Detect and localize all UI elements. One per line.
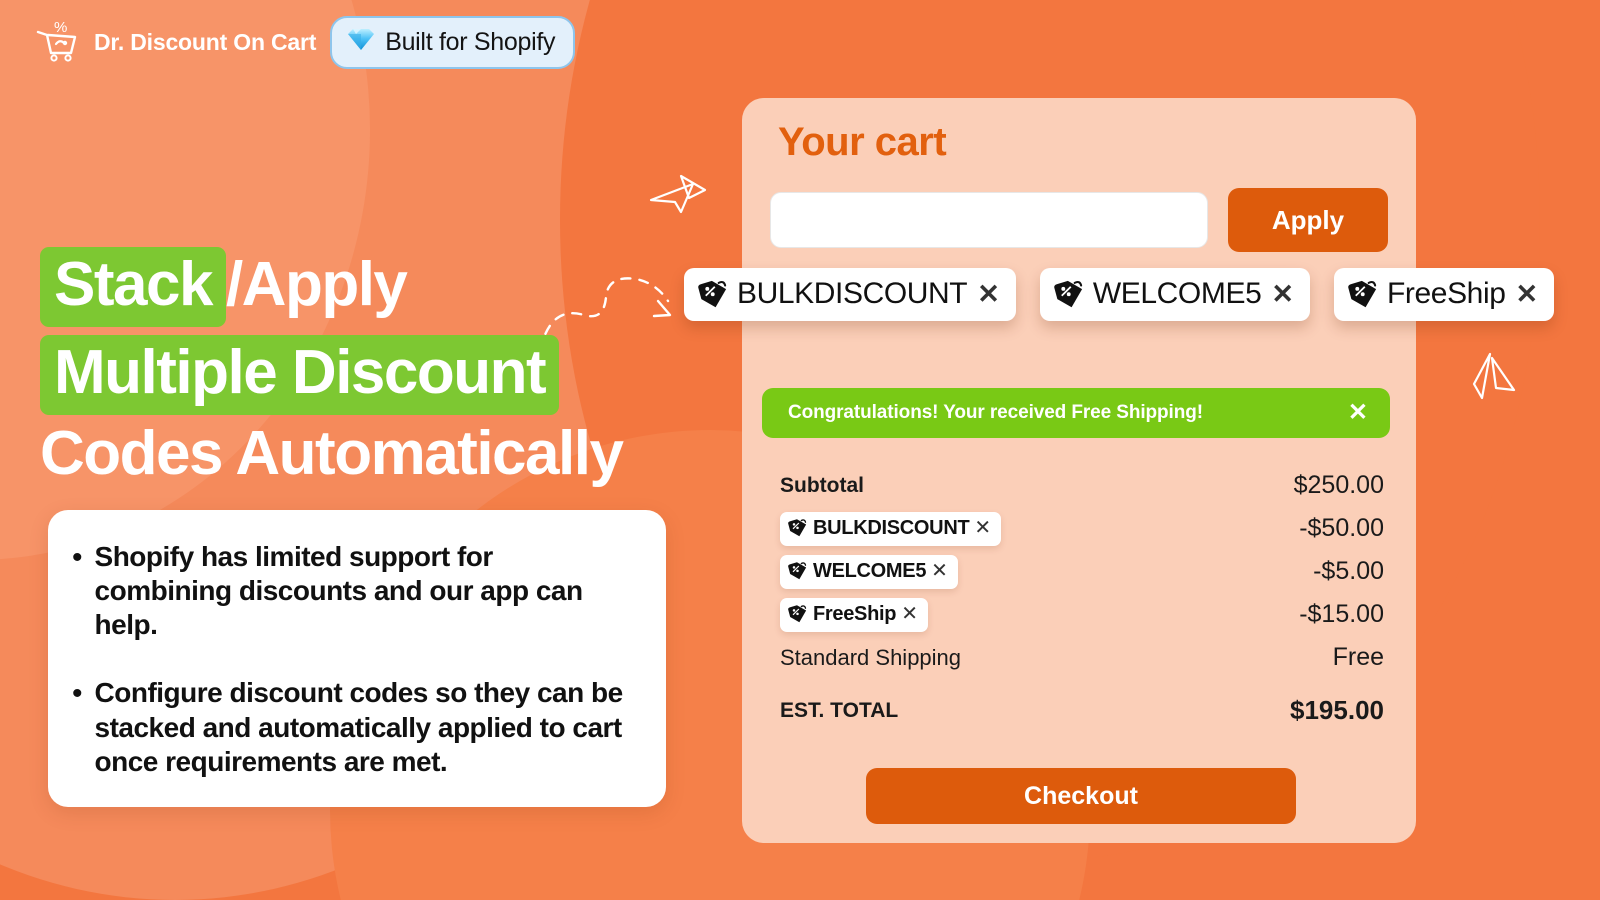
diamond-gem-icon (346, 26, 376, 58)
close-icon[interactable]: ✕ (1348, 401, 1368, 425)
summary-value-est-total: $195.00 (1290, 695, 1384, 725)
checkout-button[interactable]: Checkout (866, 768, 1296, 824)
summary-chip-label: WELCOME5 (813, 559, 927, 582)
headline-line-2: Multiple Discount (40, 335, 622, 415)
brand-name: Dr. Discount On Cart (94, 29, 317, 55)
summary-label-shipping: Standard Shipping (780, 644, 962, 670)
close-icon[interactable]: ✕ (901, 604, 918, 624)
headline-highlight-multiple-discount: Multiple Discount (40, 335, 560, 415)
cart-panel: Your cart Apply Congratulations! Your re… (742, 98, 1416, 843)
discount-chip-label: WELCOME5 (1092, 277, 1262, 310)
summary-value-welcome5: -$5.00 (1313, 557, 1384, 585)
brand-bar: % Dr. Discount On Cart Built for Shopify (34, 16, 576, 69)
table-row: Standard Shipping Free (762, 636, 1390, 679)
summary-chip-label: BULKDISCOUNT (813, 516, 970, 539)
shopping-cart-percent-icon: % (34, 18, 80, 67)
apply-button[interactable]: Apply (1228, 188, 1388, 252)
headline-plain-apply: /Apply (225, 250, 408, 319)
summary-label-subtotal: Subtotal (780, 473, 864, 497)
free-shipping-banner-message: Congratulations! Your received Free Ship… (788, 402, 1203, 423)
headline-plain-codes-automatically: Codes Automatically (40, 419, 624, 488)
cart-summary-list: Subtotal $250.00 BULKDISCOUNT ✕ -$50.00 (762, 464, 1390, 732)
built-for-shopify-label: Built for Shopify (385, 27, 556, 56)
headline-line-1: Stack/Apply (40, 247, 622, 327)
summary-value-shipping: Free (1332, 643, 1384, 671)
table-row: BULKDISCOUNT ✕ -$50.00 (762, 507, 1390, 550)
discount-chip-label: FreeShip (1386, 277, 1506, 310)
bullet-text: Configure discount codes so they can be … (94, 677, 624, 777)
summary-discount-chip-bulkdiscount[interactable]: BULKDISCOUNT ✕ (780, 511, 1002, 546)
close-icon[interactable]: ✕ (931, 561, 948, 581)
headline-line-3: Codes Automatically (40, 419, 624, 489)
bullet-dot-icon: • (72, 677, 83, 711)
close-icon[interactable]: ✕ (974, 518, 991, 538)
feature-bullets-card: • Shopify has limited support for combin… (48, 510, 666, 807)
bullet-dot-icon: • (72, 541, 83, 574)
table-row: FreeShip ✕ -$15.00 (762, 593, 1390, 636)
discount-tag-icon (1054, 280, 1083, 307)
discount-tag-icon (788, 605, 807, 623)
svg-text:%: % (54, 19, 67, 36)
table-row: WELCOME5 ✕ -$5.00 (762, 550, 1390, 593)
discount-tag-icon (698, 280, 727, 307)
summary-value-bulkdiscount: -$50.00 (1299, 514, 1384, 542)
discount-code-input[interactable] (770, 192, 1208, 248)
headline-highlight-stack: Stack (40, 247, 226, 327)
cart-title: Your cart (778, 120, 947, 164)
list-item: • Shopify has limited support for combin… (72, 540, 636, 642)
table-row: Subtotal $250.00 (762, 464, 1390, 507)
discount-chip-freeship[interactable]: FreeShip ✕ (1333, 268, 1555, 321)
discount-tag-icon (788, 562, 807, 580)
discount-chip-welcome5[interactable]: WELCOME5 ✕ (1039, 268, 1310, 321)
summary-value-subtotal: $250.00 (1293, 471, 1384, 499)
summary-discount-chip-freeship[interactable]: FreeShip ✕ (780, 597, 928, 632)
summary-label-est-total: EST. TOTAL (780, 698, 899, 722)
discount-chip-bulkdiscount[interactable]: BULKDISCOUNT ✕ (684, 268, 1016, 321)
discount-chip-label: BULKDISCOUNT (737, 277, 968, 310)
summary-chip-label: FreeShip (813, 602, 897, 625)
discount-code-entry-row: Apply (770, 188, 1388, 252)
summary-discount-chip-welcome5[interactable]: WELCOME5 ✕ (780, 554, 958, 589)
discount-tag-icon (788, 519, 807, 537)
close-icon[interactable]: ✕ (977, 280, 1000, 308)
close-icon[interactable]: ✕ (1271, 280, 1294, 308)
summary-value-freeship: -$15.00 (1299, 600, 1384, 628)
built-for-shopify-badge[interactable]: Built for Shopify (330, 16, 576, 69)
close-icon[interactable]: ✕ (1516, 280, 1539, 308)
table-row: EST. TOTAL $195.00 (762, 689, 1390, 732)
applied-discount-chips-row: BULKDISCOUNT ✕ WELCOME5 ✕ FreeShip ✕ (684, 268, 1564, 321)
discount-tag-icon (1348, 280, 1377, 307)
free-shipping-banner: Congratulations! Your received Free Ship… (762, 388, 1390, 438)
bullet-text: Shopify has limited support for combinin… (94, 541, 584, 641)
list-item: • Configure discount codes so they can b… (72, 676, 636, 778)
page-title: Stack/Apply Multiple Discount Codes Auto… (40, 247, 624, 497)
